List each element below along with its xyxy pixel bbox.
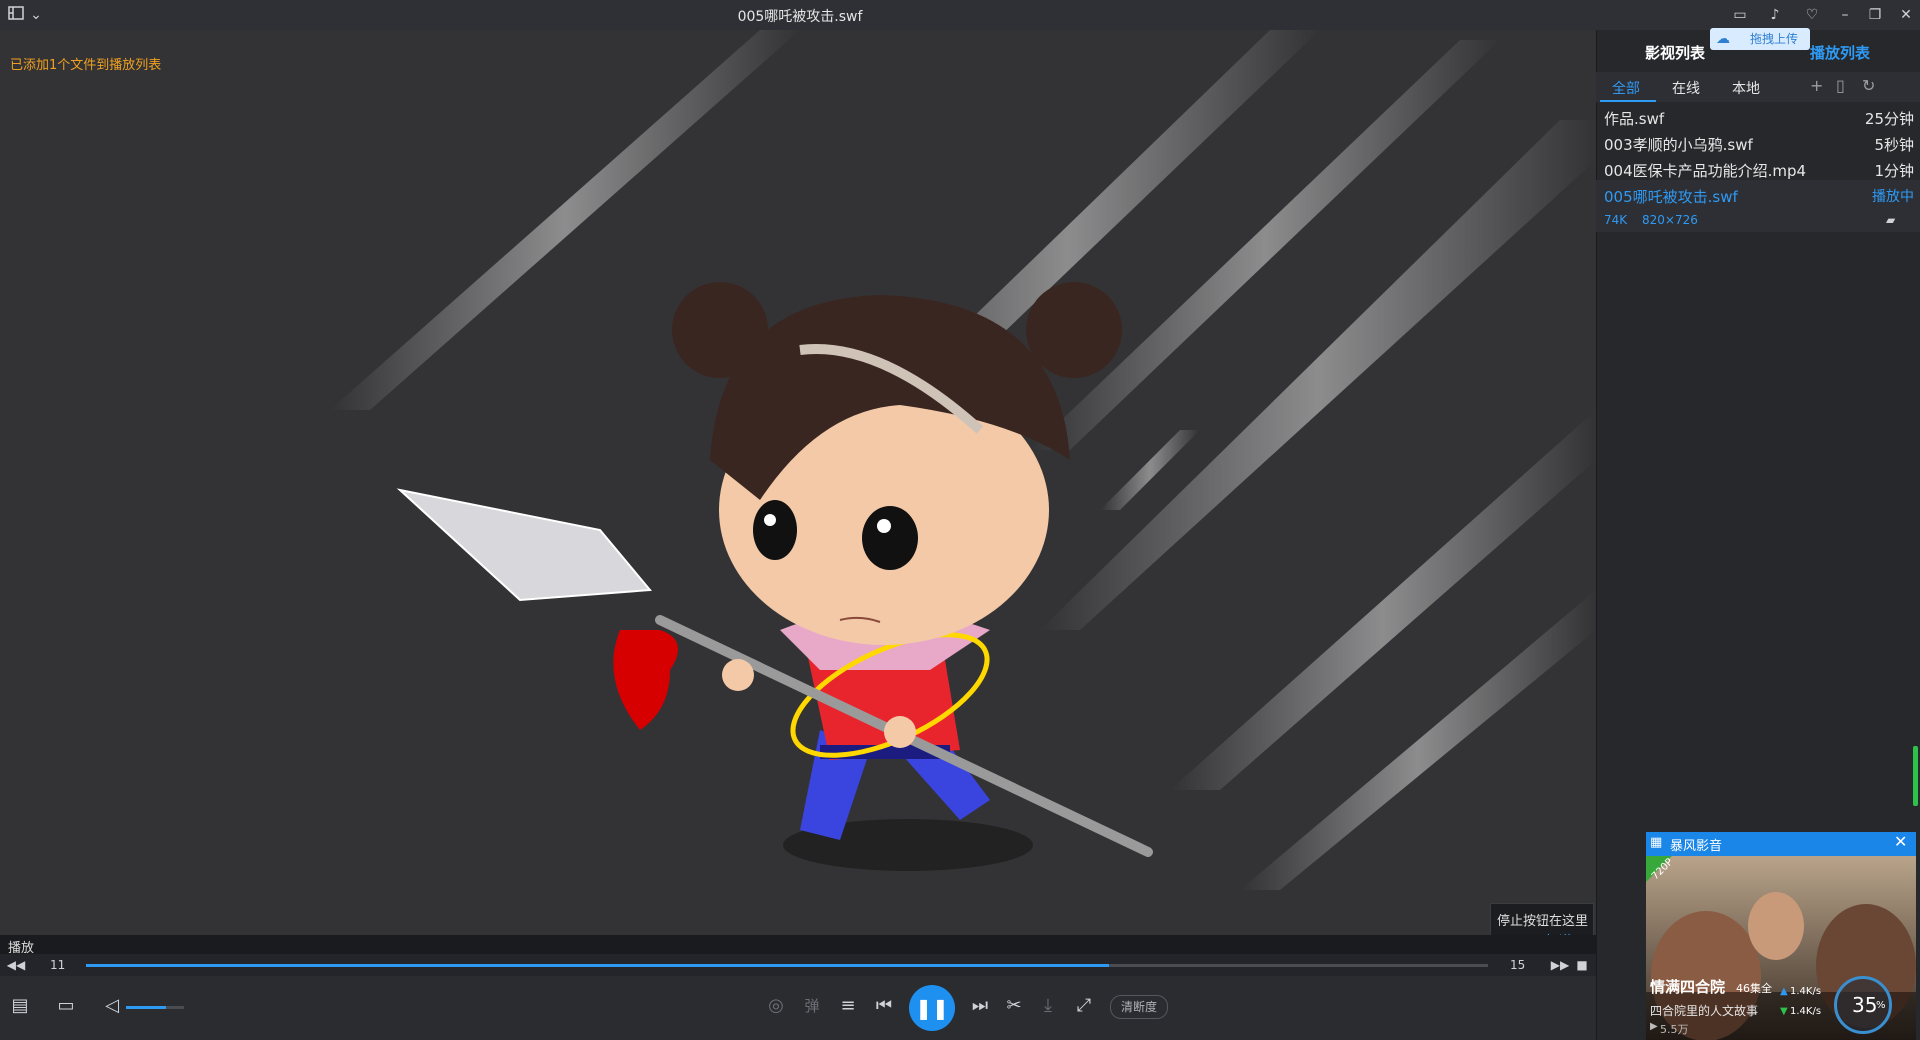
file-icon[interactable]: ▯: [1836, 76, 1845, 95]
video-canvas[interactable]: [0, 30, 1596, 935]
ad-episodes: 46集全: [1736, 982, 1772, 995]
ad-brand: 暴风影音: [1670, 839, 1723, 854]
next-icon[interactable]: ⏭: [964, 990, 996, 1022]
restore-icon[interactable]: ❐: [1865, 5, 1885, 25]
drag-upload-label: 拖拽上传: [1750, 32, 1799, 46]
previous-icon[interactable]: ⏮: [868, 990, 900, 1022]
brand-logo-icon: ▦: [1650, 835, 1663, 850]
download-icon[interactable]: ⤓: [1032, 990, 1064, 1022]
ad-view-count: 5.5万: [1660, 1023, 1689, 1036]
danmu-button[interactable]: 弹: [796, 990, 828, 1022]
added-to-playlist-toast: 已添加1个文件到播放列表: [10, 58, 162, 73]
stop-icon[interactable]: ■: [1572, 955, 1592, 975]
upload-arrow-icon: ▲: [1780, 986, 1788, 997]
playlist-item-duration: 25分钟: [1864, 110, 1914, 128]
scroll-indicator[interactable]: [1913, 746, 1918, 806]
toolbox-icon[interactable]: ▤: [4, 990, 36, 1022]
tab-playlist[interactable]: 播放列表: [1810, 42, 1870, 63]
ad-show-title[interactable]: 情满四合院: [1650, 976, 1725, 997]
pause-button[interactable]: ❚❚: [909, 985, 955, 1031]
open-folder-icon[interactable]: ▰: [1886, 213, 1895, 227]
playlist-item-size: 74K: [1604, 213, 1628, 227]
playlist-item-name: 作品.swf: [1604, 110, 1665, 128]
refresh-icon[interactable]: ↻: [1862, 76, 1875, 95]
filter-active-underline: [1600, 100, 1656, 102]
playlist-item[interactable]: 004医保卡产品功能介绍.mp4 1分钟: [1600, 156, 1916, 182]
cut-icon[interactable]: ✂: [998, 990, 1030, 1022]
status-strip: [0, 935, 1596, 954]
playlist-item[interactable]: 作品.swf 25分钟: [1600, 104, 1916, 130]
playlist-item[interactable]: 003孝顺的小乌鸦.swf 5秒钟: [1600, 130, 1916, 156]
open-folder-icon[interactable]: ▭: [50, 990, 82, 1022]
filter-all[interactable]: 全部: [1612, 78, 1640, 98]
filter-local[interactable]: 本地: [1732, 78, 1760, 98]
skin-icon[interactable]: ♡: [1802, 5, 1822, 25]
close-icon[interactable]: ✕: [1896, 5, 1916, 25]
minimize-icon[interactable]: –: [1835, 5, 1855, 25]
upload-speed: 1.4K/s: [1790, 986, 1822, 997]
playlist-item-duration: 5秒钟: [1874, 136, 1914, 154]
progress-circle-unit: %: [1876, 1000, 1886, 1011]
add-icon[interactable]: +: [1810, 76, 1823, 95]
progress-circle-value: 35: [1852, 993, 1878, 1017]
equalizer-icon[interactable]: ≡: [832, 990, 864, 1022]
tab-film-list[interactable]: 影视列表: [1645, 42, 1705, 63]
ad-description: 四合院里的人文故事: [1650, 1004, 1759, 1018]
playlist-item-playing[interactable]: 005哪吒被攻击.swf 播放中: [1600, 182, 1916, 208]
progress-fill: [86, 964, 1109, 967]
tooltip-text: 停止按钮在这里: [1497, 914, 1589, 929]
clarity-button[interactable]: 清断度: [1110, 995, 1168, 1019]
playlist-item-name: 005哪吒被攻击.swf: [1604, 188, 1738, 206]
playlist-item-name: 004医保卡产品功能介绍.mp4: [1604, 162, 1807, 180]
volume-icon[interactable]: ◁: [96, 990, 128, 1022]
playlist-item-status: 播放中: [1872, 189, 1914, 205]
cloud-icon: ☁: [1716, 31, 1730, 47]
volume-track[interactable]: [166, 1006, 184, 1009]
ad-close-icon[interactable]: ✕: [1894, 832, 1907, 851]
volume-level[interactable]: [126, 1006, 166, 1009]
fullscreen-icon[interactable]: ⤢: [1068, 990, 1100, 1022]
progress-right-number: 15: [1510, 958, 1526, 972]
fast-forward-icon[interactable]: ▶▶: [1548, 955, 1572, 975]
download-speed: 1.4K/s: [1790, 1006, 1822, 1017]
playlist-item-resolution: 820×726: [1642, 213, 1698, 227]
progress-left-number: 11: [50, 958, 66, 972]
rewind-icon[interactable]: ◀◀: [4, 955, 28, 975]
playlist-item-duration: 1分钟: [1874, 162, 1914, 180]
video-frame-illustration: [330, 30, 1596, 890]
3d-icon[interactable]: ◎: [760, 990, 792, 1022]
window-title: 005哪吒被攻击.swf: [737, 9, 863, 25]
download-arrow-icon: ▼: [1780, 1006, 1788, 1017]
playlist-item-name: 003孝顺的小乌鸦.swf: [1604, 136, 1753, 154]
message-icon[interactable]: ▭: [1730, 5, 1750, 25]
play-count-icon: ▶: [1650, 1021, 1658, 1032]
drag-upload-badge[interactable]: ☁ 拖拽上传: [1710, 28, 1810, 50]
bell-icon[interactable]: ♪: [1765, 5, 1785, 25]
filter-online[interactable]: 在线: [1672, 78, 1700, 98]
